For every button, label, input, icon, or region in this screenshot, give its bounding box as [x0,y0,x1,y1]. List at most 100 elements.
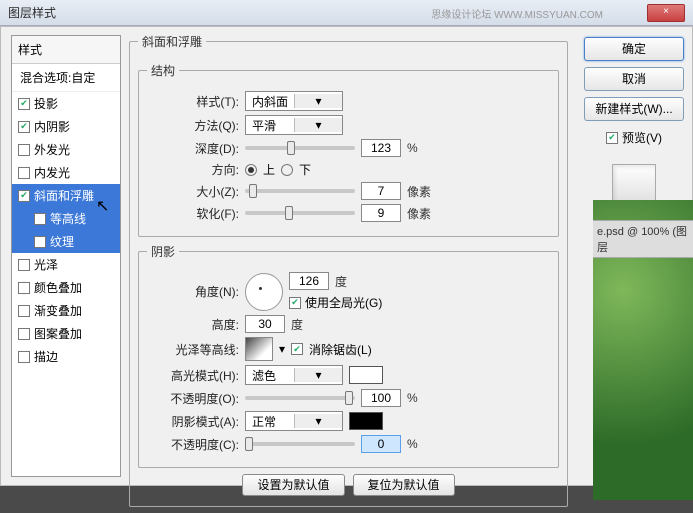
sidebar-item-label: 斜面和浮雕 [34,187,94,204]
sidebar-item-10[interactable]: 图案叠加 [12,322,120,345]
sidebar-checkbox[interactable] [34,236,46,248]
chevron-down-icon: ▾ [294,94,342,108]
shadow-mode-combo[interactable]: 正常▾ [245,411,343,431]
highlight-mode-combo[interactable]: 滤色▾ [245,365,343,385]
gloss-contour-label: 光泽等高线: [147,341,239,358]
sidebar-checkbox[interactable] [18,144,30,156]
sidebar-item-0[interactable]: 投影 [12,92,120,115]
highlight-opacity-slider[interactable] [245,396,355,400]
sidebar-checkbox[interactable] [18,328,30,340]
soften-slider[interactable] [245,211,355,215]
sidebar-checkbox[interactable] [18,351,30,363]
structure-legend: 结构 [147,62,179,79]
sidebar-item-label: 等高线 [50,210,86,227]
technique-combo[interactable]: 平滑▾ [245,115,343,135]
sidebar-item-8[interactable]: 颜色叠加 [12,276,120,299]
reset-default-button[interactable]: 复位为默认值 [353,474,455,496]
highlight-opacity-input[interactable]: 100 [361,389,401,407]
shading-group: 阴影 角度(N): 126 度 使用全局光(G) [138,243,559,468]
sidebar-item-5[interactable]: 等高线 [12,207,120,230]
soften-unit: 像素 [407,205,431,222]
sidebar-item-3[interactable]: 内发光 [12,161,120,184]
structure-group: 结构 样式(T): 内斜面▾ 方法(Q): 平滑▾ 深度(D): 123 % 方… [138,62,559,237]
ok-button[interactable]: 确定 [584,37,684,61]
bevel-panel: 斜面和浮雕 结构 样式(T): 内斜面▾ 方法(Q): 平滑▾ 深度(D): 1… [129,33,568,507]
new-style-button[interactable]: 新建样式(W)... [584,97,684,121]
titlebar: 图层样式 思缘设计论坛 WWW.MISSYUAN.COM × [0,0,693,26]
highlight-opacity-label: 不透明度(O): [147,390,239,407]
document-tab[interactable]: e.psd @ 100% (图层 [593,220,693,258]
preview-checkbox[interactable] [606,132,618,144]
shadow-mode-label: 阴影模式(A): [147,413,239,430]
make-default-button[interactable]: 设置为默认值 [242,474,344,496]
sidebar-item-label: 描边 [34,348,58,365]
sidebar-item-label: 光泽 [34,256,58,273]
chevron-down-icon: ▾ [294,118,342,132]
chevron-down-icon[interactable]: ▾ [279,342,285,356]
shadow-opacity-slider[interactable] [245,442,355,446]
sidebar-checkbox[interactable] [18,98,30,110]
sidebar-item-label: 内发光 [34,164,70,181]
global-light-label: 使用全局光(G) [305,294,382,311]
angle-label: 角度(N): [147,283,239,300]
sidebar-item-label: 颜色叠加 [34,279,82,296]
depth-slider[interactable] [245,146,355,150]
sidebar-checkbox[interactable] [18,282,30,294]
shadow-opacity-input[interactable]: 0 [361,435,401,453]
shadow-opacity-label: 不透明度(C): [147,436,239,453]
shading-legend: 阴影 [147,243,179,260]
sidebar-checkbox[interactable] [34,213,46,225]
sidebar-checkbox[interactable] [18,259,30,271]
altitude-label: 高度: [147,316,239,333]
style-label: 样式(T): [147,93,239,110]
soften-input[interactable]: 9 [361,204,401,222]
sidebar-item-4[interactable]: 斜面和浮雕 [12,184,120,207]
sidebar-checkbox[interactable] [18,167,30,179]
size-slider[interactable] [245,189,355,193]
size-label: 大小(Z): [147,183,239,200]
antialias-checkbox[interactable] [291,343,303,355]
dialog-body: 样式 混合选项:自定 投影内阴影外发光内发光斜面和浮雕等高线纹理光泽颜色叠加渐变… [0,26,693,486]
shadow-color-swatch[interactable] [349,412,383,430]
soften-label: 软化(F): [147,205,239,222]
watermark: 思缘设计论坛 WWW.MISSYUAN.COM [431,6,603,21]
antialias-label: 消除锯齿(L) [309,341,372,358]
cancel-button[interactable]: 取消 [584,67,684,91]
chevron-down-icon: ▾ [294,368,342,382]
global-light-checkbox[interactable] [289,297,301,309]
main-panel: 斜面和浮雕 结构 样式(T): 内斜面▾ 方法(Q): 平滑▾ 深度(D): 1… [121,27,576,485]
highlight-color-swatch[interactable] [349,366,383,384]
sidebar-item-1[interactable]: 内阴影 [12,115,120,138]
sidebar-item-2[interactable]: 外发光 [12,138,120,161]
style-combo[interactable]: 内斜面▾ [245,91,343,111]
sidebar-header[interactable]: 样式 [12,36,120,64]
size-unit: 像素 [407,183,431,200]
size-input[interactable]: 7 [361,182,401,200]
angle-dial[interactable] [245,273,283,311]
sidebar-item-9[interactable]: 渐变叠加 [12,299,120,322]
direction-up-radio[interactable] [245,164,257,176]
sidebar-checkbox[interactable] [18,305,30,317]
gloss-contour-picker[interactable] [245,337,273,361]
panel-title: 斜面和浮雕 [138,33,206,50]
sidebar-item-11[interactable]: 描边 [12,345,120,368]
blending-options[interactable]: 混合选项:自定 [12,64,120,92]
direction-down-radio[interactable] [281,164,293,176]
sidebar-item-label: 投影 [34,95,58,112]
sidebar-item-label: 纹理 [50,233,74,250]
styles-sidebar: 样式 混合选项:自定 投影内阴影外发光内发光斜面和浮雕等高线纹理光泽颜色叠加渐变… [11,35,121,477]
chevron-down-icon: ▾ [294,414,342,428]
highlight-mode-label: 高光模式(H): [147,367,239,384]
sidebar-item-label: 图案叠加 [34,325,82,342]
depth-unit: % [407,141,418,155]
depth-input[interactable]: 123 [361,139,401,157]
angle-input[interactable]: 126 [289,272,329,290]
sidebar-checkbox[interactable] [18,190,30,202]
direction-label: 方向: [147,161,239,178]
close-button[interactable]: × [647,4,685,22]
sidebar-item-6[interactable]: 纹理 [12,230,120,253]
altitude-input[interactable]: 30 [245,315,285,333]
sidebar-checkbox[interactable] [18,121,30,133]
sidebar-item-7[interactable]: 光泽 [12,253,120,276]
sidebar-item-label: 内阴影 [34,118,70,135]
